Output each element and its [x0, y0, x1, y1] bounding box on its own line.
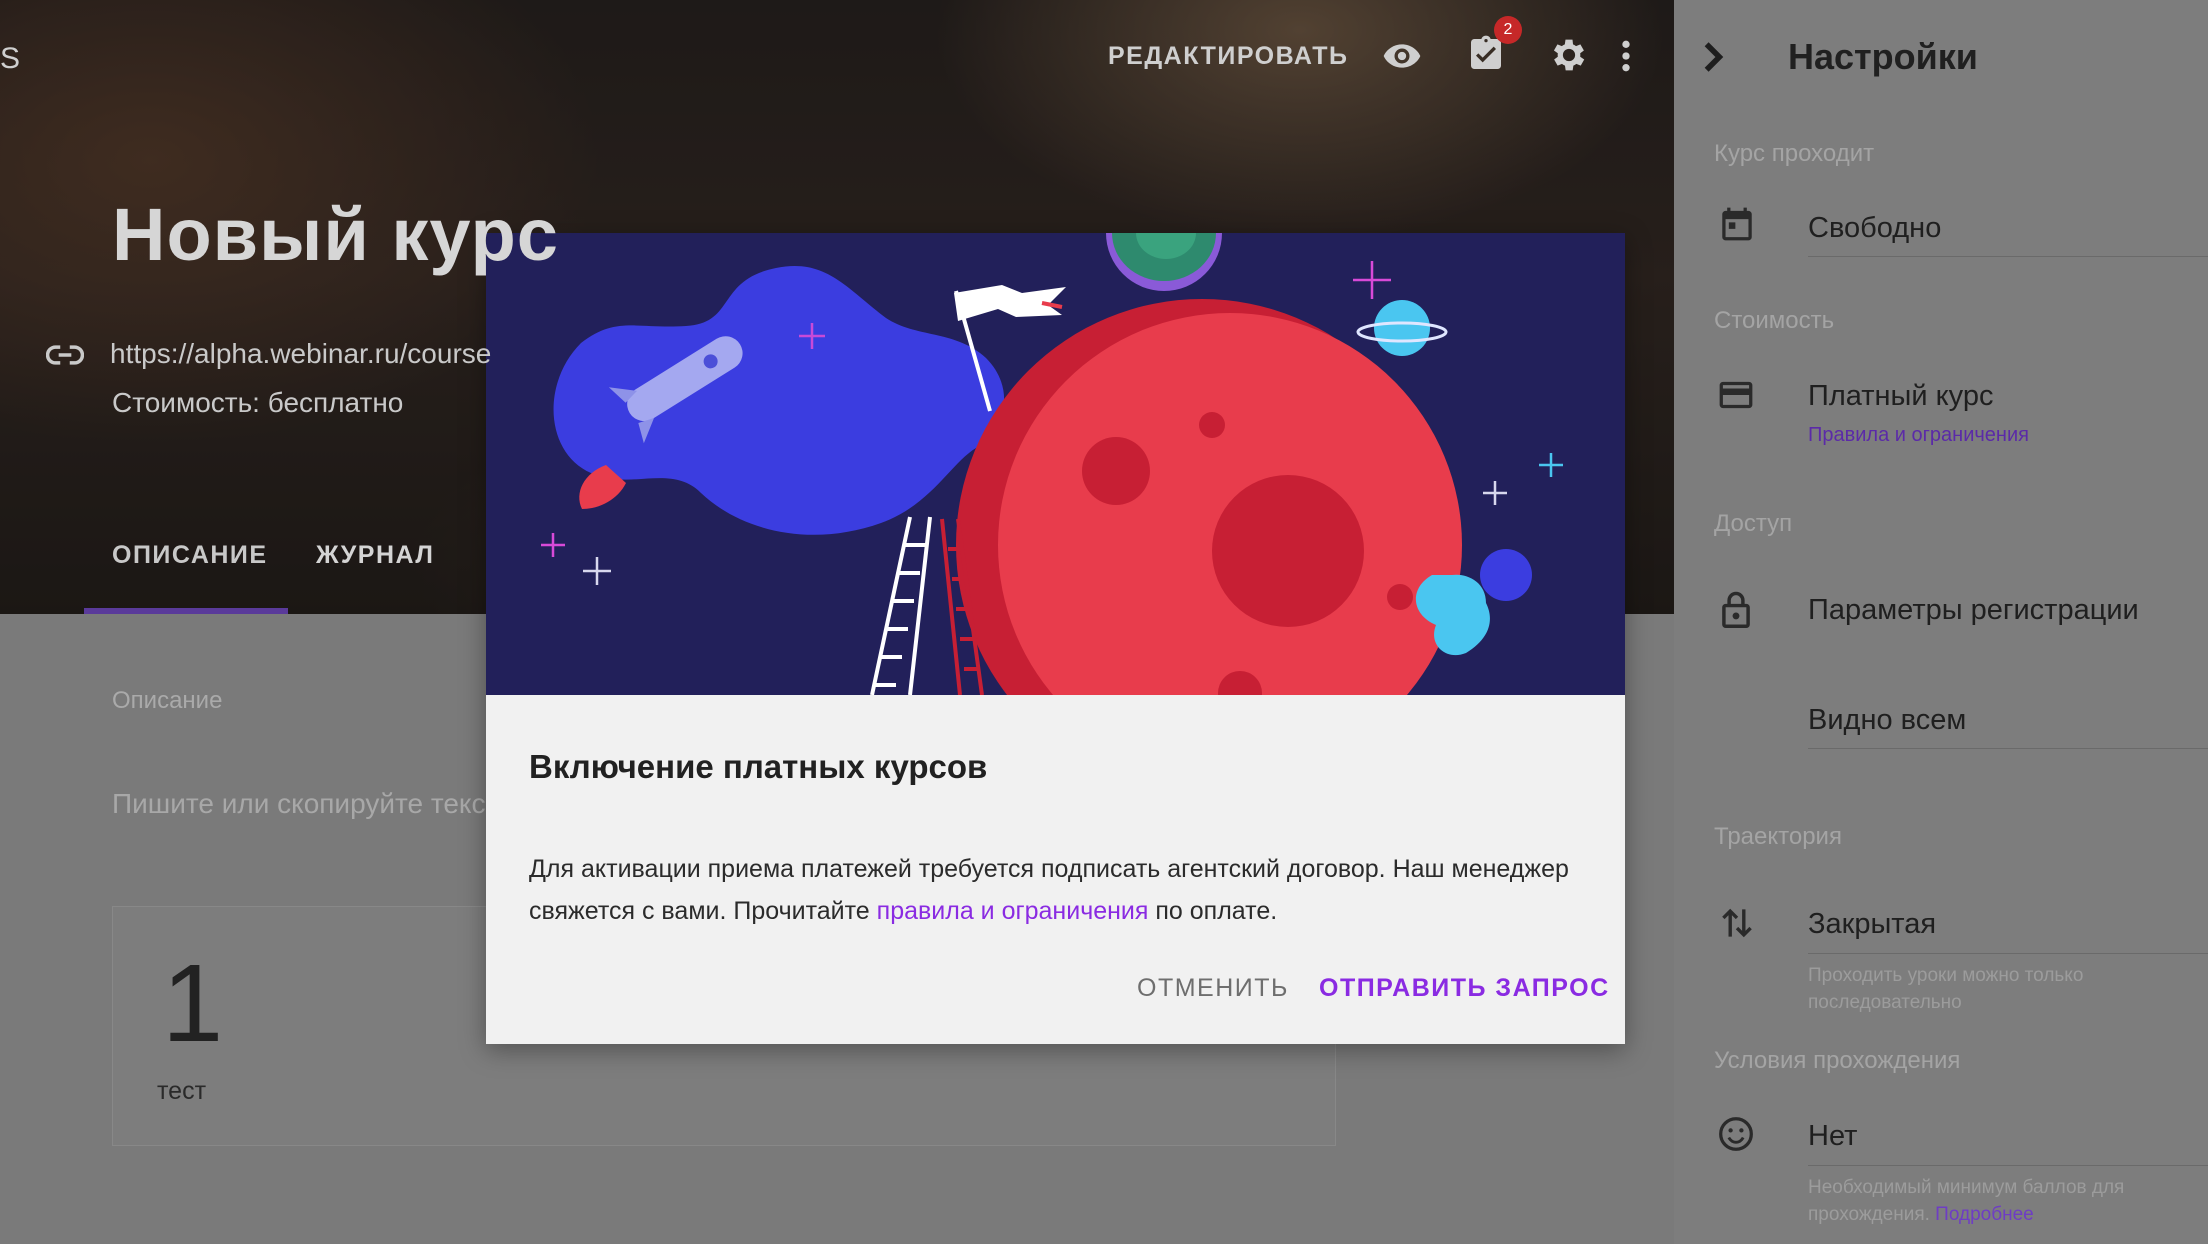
divider	[1808, 256, 2208, 257]
active-tab-indicator	[84, 608, 288, 614]
more-vert-icon[interactable]	[1614, 36, 1638, 76]
more-link[interactable]: Подробнее	[1935, 1204, 2034, 1225]
course-url[interactable]: https://alpha.webinar.ru/course	[110, 338, 491, 370]
edit-button[interactable]: РЕДАКТИРОВАТЬ	[1108, 42, 1348, 71]
course-cost: Стоимость: бесплатно	[112, 387, 404, 418]
rules-link[interactable]: Правила и ограничения	[1808, 424, 2029, 447]
trajectory-value[interactable]: Закрытая	[1808, 908, 1936, 941]
dialog-title: Включение платных курсов	[529, 748, 988, 785]
course-header: S РЕДАКТИРОВАТЬ 2 Новый курс https://alp…	[0, 0, 1674, 614]
divider	[1808, 748, 2208, 749]
section-label-passing: Курс проходит	[1714, 140, 1875, 167]
eye-icon[interactable]	[1380, 36, 1424, 76]
tab-journal[interactable]: ЖУРНАЛ	[316, 541, 434, 570]
section-label-conditions: Условия прохождения	[1714, 1047, 1961, 1074]
cost-value[interactable]: Платный курс	[1808, 380, 1993, 413]
lesson-label: тест	[157, 1077, 207, 1105]
link-icon	[46, 340, 84, 370]
course-title: Новый курс	[112, 193, 559, 276]
dialog-text-after: по оплате.	[1148, 897, 1278, 925]
cancel-button[interactable]: ОТМЕНИТЬ	[1137, 974, 1289, 1003]
section-label-cost: Стоимость	[1714, 307, 1835, 334]
section-label-trajectory: Траектория	[1714, 823, 1842, 850]
calendar-icon	[1720, 206, 1754, 242]
registration-params[interactable]: Параметры регистрации	[1808, 594, 2139, 627]
settings-title: Настройки	[1788, 36, 1978, 77]
description-label: Описание	[112, 687, 223, 714]
dialog-rules-link[interactable]: правила и ограничения	[877, 897, 1149, 925]
trajectory-help: Проходить уроки можно только последовате…	[1808, 965, 2084, 1013]
notification-badge: 2	[1494, 16, 1522, 44]
divider	[1808, 1165, 2208, 1166]
tab-description[interactable]: ОПИСАНИЕ	[112, 541, 268, 570]
section-label-access: Доступ	[1714, 510, 1793, 537]
description-input[interactable]: Пишите или скопируйте текст	[112, 788, 498, 820]
passing-value[interactable]: Свободно	[1808, 212, 1941, 245]
swap-arrows-icon	[1720, 906, 1754, 940]
chevron-right-icon[interactable]	[1700, 40, 1726, 74]
lock-icon	[1722, 590, 1750, 628]
credit-card-icon	[1718, 380, 1754, 410]
smiley-icon	[1718, 1116, 1754, 1152]
dialog-message: Для активации приема платежей требуется …	[529, 848, 1569, 932]
send-request-button[interactable]: ОТПРАВИТЬ ЗАПРОС	[1319, 974, 1610, 1003]
conditions-help: Необходимый минимум баллов для прохожден…	[1808, 1174, 2188, 1228]
visibility-value[interactable]: Видно всем	[1808, 704, 1966, 737]
truncated-text: S	[0, 42, 21, 75]
lesson-number: 1	[162, 942, 224, 1065]
gear-icon[interactable]	[1548, 34, 1590, 76]
conditions-value[interactable]: Нет	[1808, 1120, 1857, 1153]
divider	[1808, 953, 2208, 954]
